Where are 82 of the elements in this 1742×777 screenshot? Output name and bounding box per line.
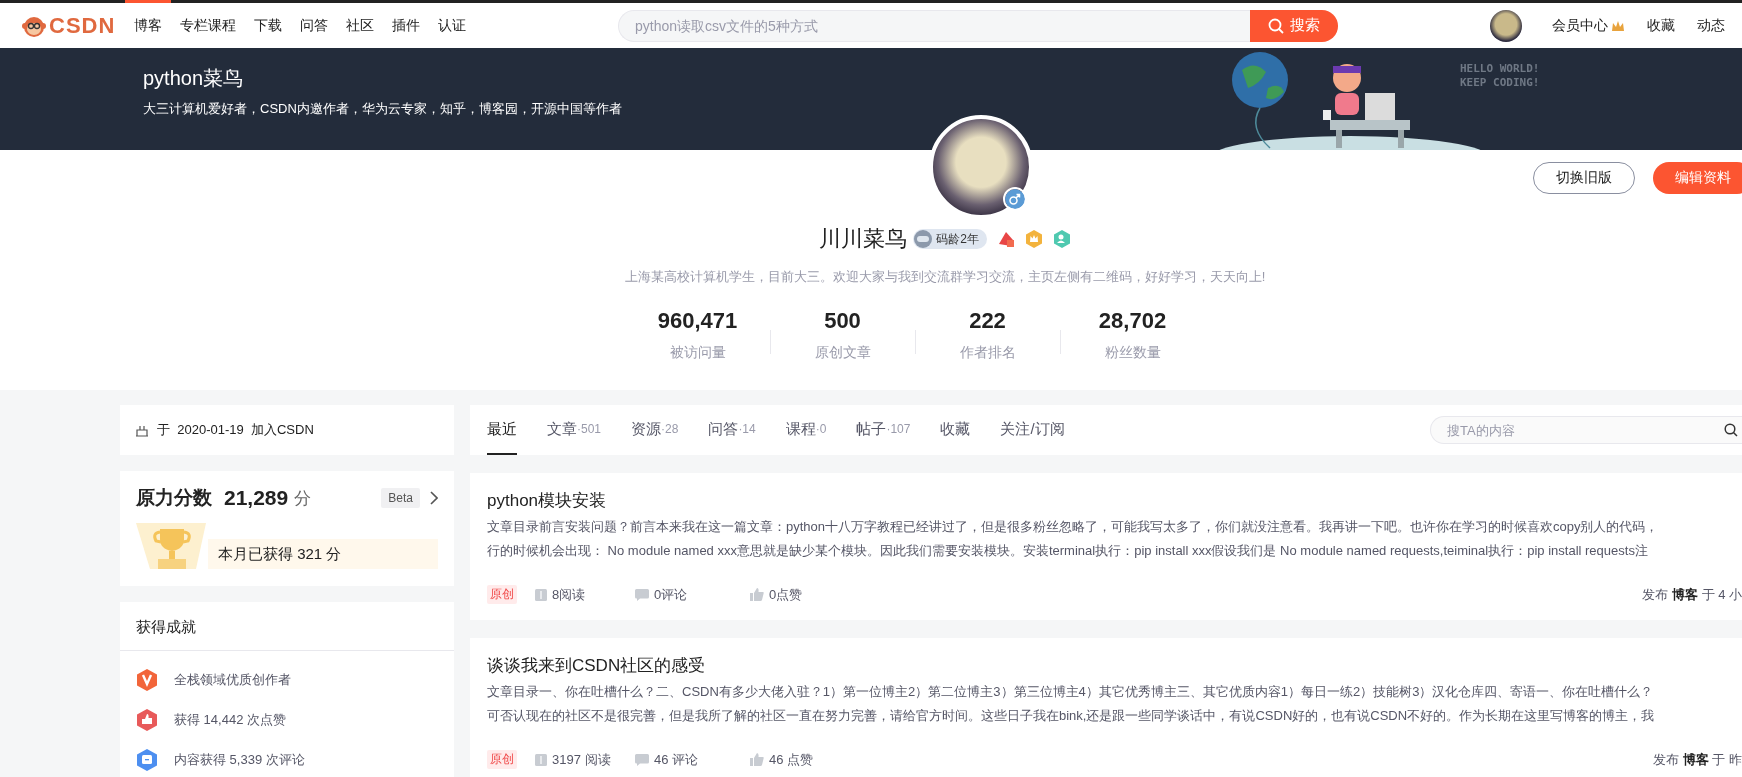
stat-value: 960,471 bbox=[656, 307, 739, 335]
like-count: 46 点赞 bbox=[769, 750, 814, 769]
section-title: 获得成就 bbox=[120, 602, 454, 651]
thumbs-up-icon bbox=[750, 588, 764, 601]
person-hexagon-icon bbox=[1052, 230, 1071, 248]
content-tab[interactable]: 课程·0 bbox=[785, 405, 827, 455]
stat-value: 28,702 bbox=[1097, 307, 1168, 335]
content-tab[interactable]: 最近 bbox=[487, 405, 517, 455]
banner-slogan: HELLO WORLD! bbox=[1460, 62, 1540, 76]
nav-link[interactable]: 动态 bbox=[1697, 16, 1725, 35]
comment-count: 0评论 bbox=[654, 585, 688, 604]
book-icon bbox=[535, 753, 547, 766]
nav-link[interactable]: 会员中心 bbox=[1552, 16, 1625, 35]
thumbs-up-icon bbox=[750, 753, 764, 766]
nav-link[interactable]: 问答 bbox=[291, 0, 338, 48]
join-date-text: 于 2020-01-19 加入CSDN bbox=[157, 421, 314, 439]
read-count: 8阅读 bbox=[552, 585, 586, 604]
thumbs-up-hexagon-icon bbox=[136, 709, 158, 731]
code-age-text: 码龄2年 bbox=[936, 230, 979, 248]
crown-icon bbox=[1611, 19, 1625, 32]
nav-link[interactable]: 社区 bbox=[337, 0, 384, 48]
original-tag: 原创 bbox=[487, 750, 517, 769]
comment-icon bbox=[635, 588, 649, 601]
stat-label: 原创文章 bbox=[813, 344, 872, 362]
article-excerpt: 行的时候机会出现： No module named xxx意思就是缺少某个模块。因此我们需要安装模块。安装terminal执行：pip install xxx假设我们是 No module named requests,teiminal执行：pip install requests注 bbox=[487, 542, 1649, 560]
publish-info: 发布 博客 于 4 小 bbox=[1642, 585, 1742, 604]
v-hexagon-icon bbox=[136, 669, 158, 691]
article-card[interactable] bbox=[470, 638, 1742, 777]
comment-hexagon-icon bbox=[136, 749, 158, 771]
read-count: 3197 阅读 bbox=[552, 750, 611, 769]
comment-icon bbox=[635, 753, 649, 766]
stat-label: 被访问量 bbox=[668, 344, 727, 362]
like-count: 0点赞 bbox=[769, 585, 803, 604]
score-value: 21,289 bbox=[224, 486, 289, 510]
article-title[interactable]: python模块安装 bbox=[487, 487, 1742, 515]
stat-value: 500 bbox=[823, 307, 862, 335]
nav-link[interactable]: 插件 bbox=[383, 0, 430, 48]
search-field[interactable]: python读取csv文件的5种方式 bbox=[618, 9, 1250, 42]
achievement-text: 全栈领域优质创作者 bbox=[174, 671, 291, 689]
switch-version-button[interactable]: 切换旧版 bbox=[1533, 162, 1635, 194]
beta-tag: Beta bbox=[381, 488, 420, 508]
article-excerpt: 文章目录前言安装问题？前言本来我在这一篇文章：python十八万字教程已经讲过了，但是很多粉丝忽略了，可能我写太多了，你们就没注意看。我再讲一下吧。也许你在学习的时候喜欢copy别人的代码， bbox=[487, 518, 1660, 536]
score-unit: 分 bbox=[294, 487, 312, 510]
content-tab[interactable]: 问答·14 bbox=[708, 405, 756, 455]
content-tab[interactable]: 帖子·107 bbox=[856, 405, 911, 455]
original-tag: 原创 bbox=[487, 585, 517, 604]
blog-description: 大三计算机爱好者，CSDN内邀作者，华为云专家，知乎，博客园，开源中国等作者 bbox=[143, 100, 623, 118]
search-icon bbox=[1268, 17, 1284, 34]
achievement-text: 内容获得 5,339 次评论 bbox=[174, 751, 305, 769]
chevron-right-icon bbox=[430, 491, 438, 505]
search-field[interactable]: 搜TA的内容 bbox=[1430, 416, 1742, 444]
article-title[interactable]: 谈谈我来到CSDN社区的感受 bbox=[487, 652, 1742, 680]
content-tab[interactable]: 资源·28 bbox=[631, 405, 679, 455]
stat-label: 粉丝数量 bbox=[1103, 344, 1162, 362]
score-title: 原力分数 bbox=[136, 486, 212, 510]
content-tab[interactable]: 收藏 bbox=[940, 405, 971, 455]
blog-title: python菜鸟 bbox=[143, 66, 245, 91]
stat-label: 作者排名 bbox=[958, 344, 1017, 362]
monthly-score-text: 本月已获得 321 分 bbox=[218, 544, 342, 564]
achievement-text: 获得 14,442 次点赞 bbox=[174, 711, 286, 729]
avatar[interactable] bbox=[1490, 9, 1522, 42]
stat-value: 222 bbox=[968, 307, 1007, 335]
nav-link[interactable]: 专栏课程 bbox=[171, 0, 246, 48]
content-tab[interactable]: 文章·501 bbox=[547, 405, 602, 455]
content-tab[interactable]: 关注/订阅 bbox=[1000, 405, 1065, 455]
nav-link[interactable]: 认证 bbox=[429, 0, 476, 48]
publish-info: 发布 博客 于 昨 bbox=[1653, 750, 1742, 769]
user-name: 川川菜鸟 bbox=[819, 225, 908, 253]
banner-slogan: KEEP CODING! bbox=[1460, 76, 1540, 90]
book-icon bbox=[535, 588, 547, 601]
monkey-logo-icon bbox=[22, 14, 46, 37]
cake-icon bbox=[135, 423, 149, 437]
crown-hexagon-icon bbox=[1024, 230, 1043, 248]
male-symbol-icon bbox=[1003, 187, 1027, 211]
nav-link[interactable]: 下载 bbox=[245, 0, 292, 48]
article-excerpt: 文章目录一、你在吐槽什么？二、CSDN有多少大佬入驻？1）第一位博主2）第二位博主3）第三位博主4）其它优秀博主三、其它优质内容1）每日一练2）技能树3）汉化仓库四、寄语一、你在吐槽什么？ bbox=[487, 683, 1655, 701]
nav-link[interactable]: 收藏 bbox=[1647, 16, 1675, 35]
flag-badge-icon bbox=[996, 230, 1015, 248]
article-card[interactable] bbox=[470, 473, 1742, 620]
comment-count: 46 评论 bbox=[654, 750, 699, 769]
user-bio: 上海某高校计算机学生，目前大三。欢迎大家与我到交流群学习交流，主页左侧有二维码，好好学习，天天向上! bbox=[623, 268, 1267, 286]
article-excerpt: 可否认现在的社区不是很完善，但是我所了解的社区一直在努力完善，请给官方时间。这些日子我在bink,还是跟一些同学谈话中，有说CSDN好的，也有说CSDN不好的。作为长期在这里写博客的博主，我 bbox=[487, 707, 1656, 725]
